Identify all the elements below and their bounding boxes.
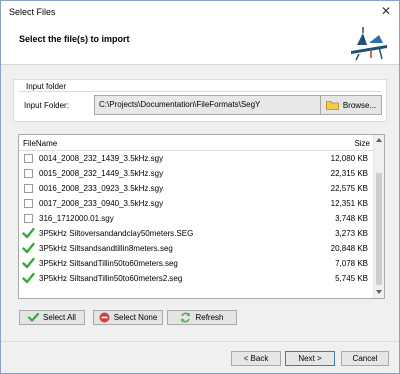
select-none-button[interactable]: Select None [93,310,163,325]
input-folder-label: Input Folder: [24,101,69,110]
file-checkbox[interactable] [24,214,33,223]
wizard-header: Select the file(s) to import [1,23,399,65]
group-divider [19,91,381,92]
file-name: 3P5kHz SiltsandTillin50to60meters2.seg [39,274,183,283]
file-row[interactable]: 0014_2008_232_1439_3.5kHz.sgy 12,080 KB [19,151,374,166]
checkmark-icon[interactable] [22,257,35,269]
input-folder-group: Input folder Input Folder: C:\Projects\D… [13,79,387,122]
next-button[interactable]: Next > [285,351,335,366]
file-size: 3,748 KB [335,214,368,223]
file-checkbox[interactable] [24,154,33,163]
cancel-button[interactable]: Cancel [341,351,389,366]
file-row[interactable]: 0017_2008_233_0940_3.5kHz.sgy 12,351 KB [19,196,374,211]
checkmark-icon[interactable] [22,272,35,284]
file-row[interactable]: 0015_2008_232_1449_3.5kHz.sgy 22,315 KB [19,166,374,181]
file-list-header: FileName Size [19,135,374,151]
minus-circle-icon [99,312,110,323]
check-green-icon [28,312,40,322]
window-title: Select Files [9,7,56,17]
browse-button[interactable]: Browse... [320,95,382,115]
browse-button-label: Browse... [342,100,377,110]
checkmark-icon[interactable] [22,227,35,239]
footer-divider [1,341,399,342]
scrollbar-thumb[interactable] [376,173,382,285]
file-name: 0016_2008_233_0923_3.5kHz.sgy [39,184,164,193]
refresh-icon [181,312,191,323]
back-button[interactable]: < Back [231,351,281,366]
file-size: 12,080 KB [330,154,368,163]
column-header-filename[interactable]: FileName [23,139,57,148]
file-list[interactable]: FileName Size 0014_2008_232_1439_3.5kHz.… [18,134,385,299]
file-row[interactable]: 3P5kHz Siltsandsandtillin8meters.seg 20,… [19,241,374,256]
next-button-label: Next > [298,354,322,363]
vertical-scrollbar[interactable] [373,135,384,298]
select-none-label: Select None [113,313,158,322]
file-size: 22,315 KB [330,169,368,178]
select-all-label: Select All [43,313,76,322]
file-rows: 0014_2008_232_1439_3.5kHz.sgy 12,080 KB … [19,151,374,286]
back-button-label: < Back [243,354,269,363]
scroll-up-arrow-icon[interactable] [376,138,382,142]
folder-icon [325,101,339,110]
file-row[interactable]: 0016_2008_233_0923_3.5kHz.sgy 22,575 KB [19,181,374,196]
column-header-size[interactable]: Size [354,139,370,148]
file-size: 20,848 KB [330,244,368,253]
file-checkbox[interactable] [24,184,33,193]
seismic-platform-logo-icon [351,27,387,61]
page-title: Select the file(s) to import [19,34,130,44]
file-row[interactable]: 3P5kHz Siltoversandandclay50meters.SEG 3… [19,226,374,241]
file-name: 0014_2008_232_1439_3.5kHz.sgy [39,154,164,163]
group-title: Input folder [24,82,69,91]
file-size: 5,745 KB [335,274,368,283]
file-row[interactable]: 3P5kHz SiltsandTillin50to60meters.seg 7,… [19,256,374,271]
refresh-label: Refresh [195,313,224,322]
select-all-button[interactable]: Select All [19,310,85,325]
file-row[interactable]: 316_1712000.01.sgy 3,748 KB [19,211,374,226]
checkmark-icon[interactable] [22,242,35,254]
file-checkbox[interactable] [24,169,33,178]
input-folder-path-field[interactable]: C:\Projects\Documentation\FileFormats\Se… [94,95,322,115]
file-name: 0017_2008_233_0940_3.5kHz.sgy [39,199,164,208]
file-name: 0015_2008_232_1449_3.5kHz.sgy [39,169,164,178]
close-icon[interactable]: ✕ [379,4,393,18]
file-row[interactable]: 3P5kHz SiltsandTillin50to60meters2.seg 5… [19,271,374,286]
file-size: 7,078 KB [335,259,368,268]
file-name: 3P5kHz Siltoversandandclay50meters.SEG [39,229,194,238]
refresh-button[interactable]: Refresh [167,310,237,325]
scroll-down-arrow-icon[interactable] [376,290,382,294]
select-files-dialog: Select Files ✕ Select the file(s) to imp… [0,0,400,374]
file-name: 316_1712000.01.sgy [39,214,114,223]
cancel-button-label: Cancel [352,354,378,363]
file-size: 3,273 KB [335,229,368,238]
title-bar: Select Files ✕ [1,1,399,23]
file-size: 12,351 KB [330,199,368,208]
file-name: 3P5kHz Siltsandsandtillin8meters.seg [39,244,173,253]
file-checkbox[interactable] [24,199,33,208]
file-size: 22,575 KB [330,184,368,193]
file-name: 3P5kHz SiltsandTillin50to60meters.seg [39,259,178,268]
